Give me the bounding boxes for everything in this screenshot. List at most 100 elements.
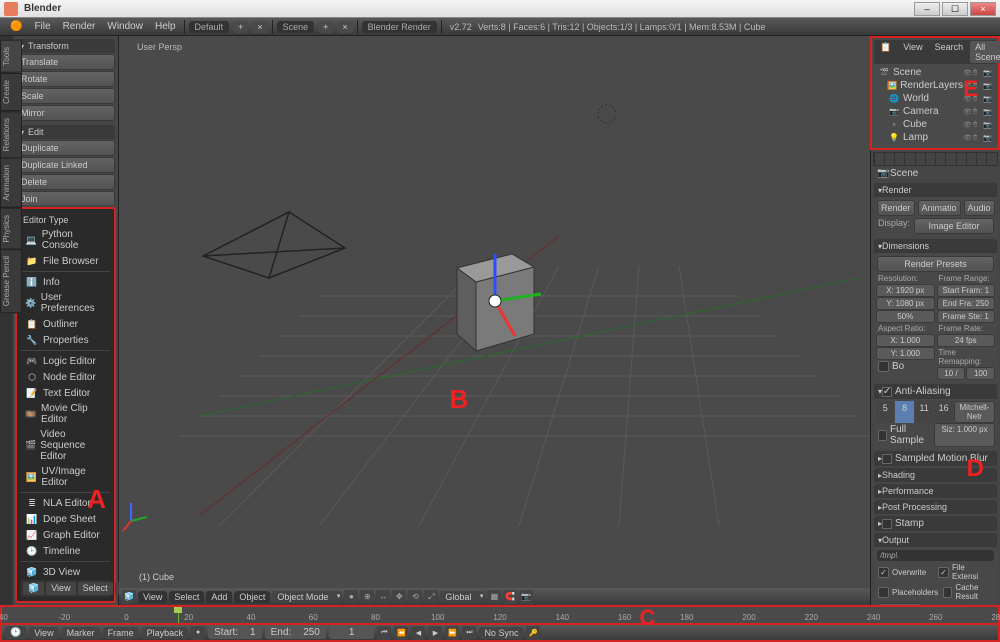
prop-tab-particles[interactable]	[977, 153, 986, 165]
editor-item-dope-sheet[interactable]: 📊Dope Sheet	[21, 511, 110, 527]
outliner-toggle-icon[interactable]: 🖱	[973, 82, 982, 90]
outliner-filter[interactable]: All Scenes	[970, 41, 1000, 63]
shading-header[interactable]: Shading	[874, 468, 997, 482]
join-button[interactable]: Join	[16, 191, 115, 205]
mode-dropdown[interactable]: Object Mode	[272, 591, 342, 603]
outliner-toggle-icon[interactable]: 📷	[983, 82, 992, 90]
vtab-create[interactable]: Create	[0, 73, 22, 111]
render-button[interactable]: Render	[877, 200, 915, 216]
timeline-view[interactable]: View	[29, 627, 58, 639]
fps-field[interactable]: 24 fps	[937, 334, 996, 347]
play-reverse-icon[interactable]: ◀	[411, 626, 425, 640]
keying-set-icon[interactable]: 🔑	[526, 626, 540, 640]
end-frame-field[interactable]: 250	[303, 627, 320, 638]
outliner-item[interactable]: 🖼️RenderLayers👁🖱📷	[878, 79, 992, 92]
auto-keyframe-icon[interactable]: ●	[191, 626, 205, 640]
aa-11[interactable]: 11	[915, 401, 933, 423]
timeline-frame[interactable]: Frame	[103, 627, 139, 639]
aspect-y-field[interactable]: Y: 1.000	[876, 347, 935, 360]
mirror-button[interactable]: Mirror	[16, 105, 115, 121]
aa-section-header[interactable]: ✓Anti-Aliasing	[874, 384, 997, 399]
editor-item-file-browser[interactable]: 📁File Browser	[21, 253, 110, 269]
manipulator-icon[interactable]: ↔	[376, 590, 390, 604]
current-frame-field[interactable]: 1	[335, 627, 369, 638]
border-checkbox[interactable]	[878, 361, 889, 372]
outliner-toggle-icon[interactable]: 🖱	[973, 108, 982, 116]
menu-help[interactable]: Help	[149, 21, 182, 32]
output-path-field[interactable]: /tmp\	[877, 550, 994, 561]
res-pct-field[interactable]: 50%	[876, 310, 935, 323]
stamp-header[interactable]: Stamp	[874, 516, 997, 531]
dimensions-section-header[interactable]: Dimensions	[874, 239, 997, 253]
prop-tab-material[interactable]	[957, 153, 966, 165]
prop-tab-world[interactable]	[905, 153, 914, 165]
viewport-view-menu[interactable]: View	[138, 591, 167, 603]
outliner-toggle-icon[interactable]: 👁	[963, 108, 972, 116]
file-ext-checkbox[interactable]: ✓	[938, 567, 949, 578]
play-icon[interactable]: ▶	[428, 626, 442, 640]
cache-checkbox[interactable]	[943, 587, 952, 598]
vtab-tools[interactable]: Tools	[0, 40, 22, 73]
editor-item-logic-editor[interactable]: 🎮Logic Editor	[21, 353, 110, 369]
res-x-field[interactable]: X: 1920 px	[876, 284, 935, 297]
timeline-panel[interactable]: -40-200204060801001201401601802002202402…	[0, 605, 1000, 625]
close-button[interactable]: ×	[970, 2, 996, 16]
scale-gizmo-icon[interactable]: ⤢	[424, 590, 438, 604]
animation-button[interactable]: Animatio	[918, 200, 961, 216]
shading-solid-icon[interactable]: ●	[344, 590, 358, 604]
timeline-playback[interactable]: Playback	[142, 627, 189, 639]
editor-item-properties[interactable]: 🔧Properties	[21, 332, 110, 348]
render-preview-icon[interactable]: 📷	[519, 590, 533, 604]
start-frame-field[interactable]: 1	[250, 627, 256, 638]
aa-filter-dropdown[interactable]: Mitchell-Netr	[954, 401, 995, 423]
outliner-view[interactable]: View	[898, 41, 927, 63]
display-dropdown[interactable]: Image Editor	[914, 218, 994, 234]
outliner-toggle-icon[interactable]: 📷	[983, 121, 992, 129]
prop-tab-data[interactable]	[946, 153, 955, 165]
res-y-field[interactable]: Y: 1080 px	[876, 297, 935, 310]
blender-logo-icon[interactable]: 🟠	[4, 21, 28, 32]
layers-icon[interactable]: ▦	[487, 590, 501, 604]
editor-item-video-sequence-editor[interactable]: 🎬Video Sequence Editor	[21, 427, 110, 464]
editor-item-node-editor[interactable]: ⬡Node Editor	[21, 369, 110, 385]
outliner-item[interactable]: ▫Cube👁🖱📷	[878, 118, 992, 131]
editor-item-uv-image-editor[interactable]: 🖼️UV/Image Editor	[21, 464, 110, 490]
vtab-relations[interactable]: Relations	[0, 111, 22, 158]
prop-tab-modifiers[interactable]	[936, 153, 945, 165]
placeholders-checkbox[interactable]	[878, 587, 889, 598]
overwrite-checkbox[interactable]: ✓	[878, 567, 889, 578]
snap-icon[interactable]: 🧲	[503, 590, 517, 604]
editor-item-text-editor[interactable]: 📝Text Editor	[21, 385, 110, 401]
outliner-item[interactable]: 📷Camera👁🖱📷	[878, 105, 992, 118]
move-gizmo-icon[interactable]: ✥	[392, 590, 406, 604]
scale-button[interactable]: Scale	[16, 88, 115, 104]
editor-item-info[interactable]: ℹ️Info	[21, 274, 110, 290]
prop-tab-scene[interactable]	[895, 153, 904, 165]
outliner-toggle-icon[interactable]: 👁	[963, 82, 972, 90]
sync-dropdown[interactable]: No Sync	[479, 627, 523, 639]
aa-size-field[interactable]: Siz: 1.000 px	[934, 423, 995, 447]
outliner-editor-icon[interactable]: 📋	[875, 41, 896, 63]
audio-button[interactable]: Audio	[964, 200, 995, 216]
minimize-button[interactable]: –	[914, 2, 940, 16]
outliner-toggle-icon[interactable]: 🖱	[973, 134, 982, 142]
aspect-x-field[interactable]: X: 1.000	[876, 334, 935, 347]
motion-blur-header[interactable]: Sampled Motion Blur	[874, 451, 997, 466]
outliner-toggle-icon[interactable]: 📷	[983, 134, 992, 142]
engine-dropdown[interactable]: Blender Render	[362, 21, 437, 33]
outliner-toggle-icon[interactable]: 📷	[983, 69, 992, 77]
outliner-toggle-icon[interactable]: 📷	[983, 108, 992, 116]
editor-item-python-console[interactable]: 💻Python Console	[21, 227, 110, 253]
outliner-item[interactable]: 🎬Scene👁🖱📷	[878, 66, 992, 79]
menu-window[interactable]: Window	[101, 21, 149, 32]
full-sample-checkbox[interactable]	[878, 430, 887, 441]
rotate-gizmo-icon[interactable]: ⟲	[408, 590, 422, 604]
timeline-marker[interactable]: Marker	[62, 627, 100, 639]
playhead[interactable]	[178, 607, 179, 623]
prop-tab-constraints[interactable]	[926, 153, 935, 165]
outliner-toggle-icon[interactable]: 🖱	[973, 95, 982, 103]
output-header[interactable]: Output	[874, 533, 997, 547]
viewport-add-menu[interactable]: Add	[206, 591, 232, 603]
outliner-toggle-icon[interactable]: 👁	[963, 69, 972, 77]
editor-item-timeline[interactable]: 🕒Timeline	[21, 543, 110, 559]
